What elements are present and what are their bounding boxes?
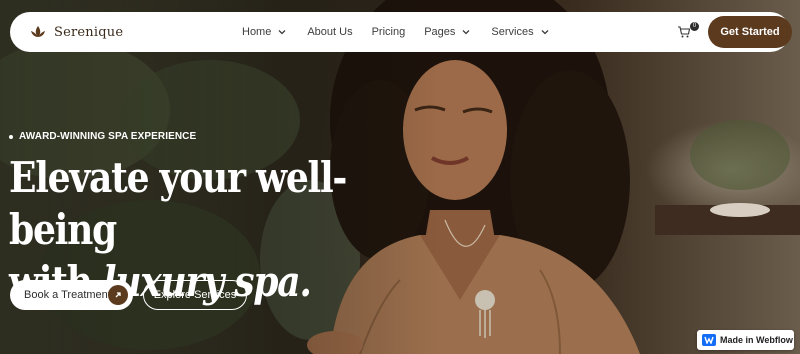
nav-item-services[interactable]: Services bbox=[491, 26, 549, 38]
cart-count-badge: 0 bbox=[690, 22, 699, 31]
hero-section: Serenique Home About Us Pricing Pages Se… bbox=[0, 0, 800, 354]
nav-item-pages[interactable]: Pages bbox=[424, 26, 471, 38]
nav-item-label: About Us bbox=[307, 26, 353, 38]
nav-item-label: Home bbox=[242, 26, 272, 38]
top-navbar: Serenique Home About Us Pricing Pages Se… bbox=[10, 12, 792, 52]
nav-item-label: Pages bbox=[424, 26, 456, 38]
webflow-badge-label: Made in Webflow bbox=[720, 335, 793, 345]
webflow-icon bbox=[702, 334, 716, 346]
hero-eyebrow: AWARD-WINNING SPA EXPERIENCE bbox=[9, 131, 196, 142]
chevron-down-icon bbox=[541, 30, 549, 35]
chevron-down-icon bbox=[278, 30, 286, 35]
nav-item-label: Pricing bbox=[371, 26, 406, 38]
main-menu: Home About Us Pricing Pages Services bbox=[242, 12, 550, 52]
headline-line-1: Elevate your well-being bbox=[9, 153, 347, 254]
brand-name: Serenique bbox=[54, 24, 124, 40]
made-in-webflow-badge[interactable]: Made in Webflow bbox=[697, 330, 794, 350]
book-treatment-button[interactable]: Book a Treatment bbox=[10, 280, 133, 310]
nav-item-home[interactable]: Home bbox=[242, 26, 287, 38]
nav-item-about-us[interactable]: About Us bbox=[307, 26, 352, 38]
cart-icon[interactable] bbox=[677, 25, 691, 39]
bullet-dot-icon bbox=[9, 134, 13, 139]
arrow-up-right-icon bbox=[108, 285, 128, 305]
book-treatment-label: Book a Treatment bbox=[24, 289, 111, 301]
eyebrow-text: AWARD-WINNING SPA EXPERIENCE bbox=[19, 131, 197, 142]
get-started-button[interactable]: Get Started bbox=[708, 16, 792, 48]
brand-logo[interactable]: Serenique bbox=[28, 22, 123, 42]
chevron-down-icon bbox=[462, 30, 470, 35]
nav-item-pricing[interactable]: Pricing bbox=[372, 26, 406, 38]
lotus-icon bbox=[31, 26, 45, 37]
explore-services-button[interactable]: Explore Services bbox=[143, 280, 247, 310]
nav-item-label: Services bbox=[491, 26, 534, 38]
